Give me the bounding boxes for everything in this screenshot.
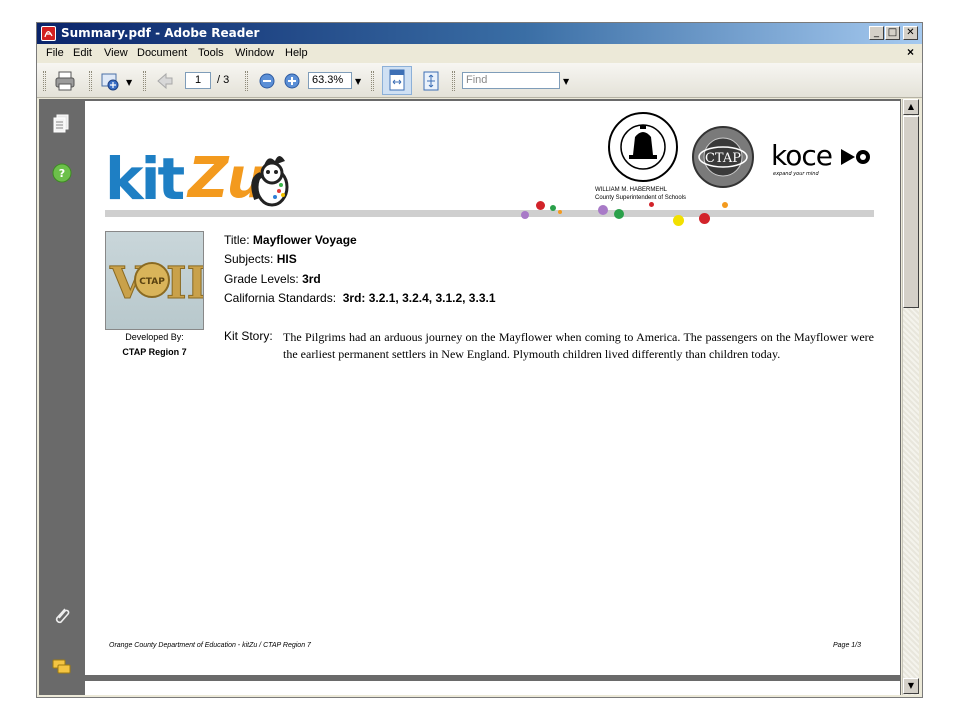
subjects-line: Subjects: HIS bbox=[224, 252, 297, 266]
menu-document[interactable]: Document bbox=[137, 47, 187, 59]
pdf-page: kit Zu WILLIAM M. HABERMEHL County Super… bbox=[85, 101, 900, 675]
superintendent-title: County Superintendent of Schools bbox=[595, 195, 687, 201]
attachments-icon[interactable] bbox=[51, 605, 73, 627]
svg-text:?: ? bbox=[59, 167, 65, 180]
grade-label: Grade Levels: bbox=[224, 272, 299, 286]
find-input[interactable]: Find bbox=[462, 72, 560, 89]
kitzu-logo: kit Zu bbox=[105, 139, 305, 215]
decorative-dot bbox=[536, 201, 545, 210]
developed-by-label: Developed By: bbox=[125, 332, 184, 342]
menu-window[interactable]: Window bbox=[235, 47, 274, 59]
pages-icon[interactable] bbox=[51, 113, 73, 135]
toolbar-grip[interactable] bbox=[452, 71, 455, 91]
kit-thumbnail-text: CTAP bbox=[139, 277, 165, 287]
page-footer-number: Page 1/3 bbox=[833, 642, 862, 649]
help-icon[interactable]: ? bbox=[51, 162, 73, 184]
svg-text:kit: kit bbox=[105, 145, 184, 211]
menu-help[interactable]: Help bbox=[285, 47, 308, 59]
zoom-level-input[interactable]: 63.3% bbox=[308, 72, 352, 89]
orange-county-seal bbox=[607, 111, 679, 187]
toolbar-grip[interactable] bbox=[371, 71, 374, 91]
zoom-out-icon[interactable] bbox=[256, 70, 278, 92]
navigation-pane: ? bbox=[39, 99, 85, 695]
decorative-dot bbox=[673, 215, 684, 226]
decorative-dot bbox=[550, 205, 556, 211]
decorative-dot bbox=[649, 202, 654, 207]
fit-width-button[interactable] bbox=[382, 66, 412, 95]
document-view[interactable]: kit Zu WILLIAM M. HABERMEHL County Super… bbox=[85, 99, 901, 695]
fit-page-icon[interactable] bbox=[420, 70, 442, 92]
minimize-button[interactable]: _ bbox=[869, 26, 884, 40]
comments-icon[interactable] bbox=[51, 656, 73, 678]
title-label: Title: bbox=[224, 233, 250, 247]
menu-view[interactable]: View bbox=[104, 47, 128, 59]
decorative-dot bbox=[722, 202, 728, 208]
menu-bar: File Edit View Document Tools Window Hel… bbox=[37, 44, 922, 63]
close-document-button[interactable]: × bbox=[907, 45, 914, 59]
decorative-dot bbox=[598, 205, 608, 215]
toolbar-grip[interactable] bbox=[143, 71, 146, 91]
grade-value: 3rd bbox=[302, 272, 321, 286]
title-line: Title: Mayflower Voyage bbox=[224, 233, 357, 247]
standards-line: California Standards: 3rd: 3.2.1, 3.2.4,… bbox=[224, 291, 496, 305]
koce-logo: koce expand your mind bbox=[771, 139, 875, 183]
page-footer-source: Orange County Department of Education - … bbox=[109, 642, 311, 649]
zoom-dropdown-arrow[interactable]: ▼ bbox=[355, 77, 361, 86]
svg-text:II: II bbox=[166, 258, 203, 309]
vertical-scrollbar[interactable]: ▲ ▼ bbox=[902, 99, 919, 695]
superintendent-name: WILLIAM M. HABERMEHL bbox=[595, 187, 668, 193]
grade-line: Grade Levels: 3rd bbox=[224, 272, 321, 286]
toolbar: ▼ 1 / 3 63.3% ▼ Find ▼ bbox=[37, 63, 922, 98]
collaborate-dropdown-arrow[interactable]: ▼ bbox=[126, 78, 132, 87]
window-title: Summary.pdf - Adobe Reader bbox=[61, 26, 260, 40]
find-dropdown-arrow[interactable]: ▼ bbox=[563, 77, 569, 86]
title-bar[interactable]: Summary.pdf - Adobe Reader _ □ ✕ bbox=[37, 23, 922, 44]
subjects-label: Subjects: bbox=[224, 252, 274, 266]
decorative-dot bbox=[614, 209, 624, 219]
header-divider bbox=[105, 210, 874, 217]
standards-value: 3rd: 3.2.1, 3.2.4, 3.1.2, 3.3.1 bbox=[342, 291, 496, 305]
toolbar-grip[interactable] bbox=[43, 71, 46, 91]
close-button[interactable]: ✕ bbox=[903, 26, 918, 40]
story-label: Kit Story: bbox=[224, 329, 273, 343]
menu-tools[interactable]: Tools bbox=[198, 47, 224, 59]
story-text: The Pilgrims had an arduous journey on t… bbox=[283, 330, 874, 361]
maximize-button[interactable]: □ bbox=[885, 26, 900, 40]
ctap-seal: CTAP bbox=[691, 125, 755, 193]
kit-thumbnail-image: V II CTAP bbox=[105, 231, 208, 330]
decorative-dot bbox=[521, 211, 529, 219]
menu-edit[interactable]: Edit bbox=[73, 47, 92, 59]
developed-by-org: CTAP Region 7 bbox=[122, 347, 187, 357]
collaborate-icon[interactable] bbox=[99, 70, 121, 92]
scroll-thumb[interactable] bbox=[903, 116, 919, 308]
scroll-down-button[interactable]: ▼ bbox=[903, 678, 919, 694]
menu-file[interactable]: File bbox=[46, 47, 64, 59]
koce-tagline: expand your mind bbox=[773, 171, 819, 177]
adobe-reader-icon bbox=[41, 26, 56, 41]
toolbar-grip[interactable] bbox=[245, 71, 248, 91]
subjects-value: HIS bbox=[276, 252, 297, 266]
decorative-dot bbox=[558, 210, 562, 214]
toolbar-grip[interactable] bbox=[89, 71, 92, 91]
kit-title: Mayflower Voyage bbox=[252, 233, 357, 247]
koce-logo-text: koce bbox=[771, 139, 832, 172]
print-icon[interactable] bbox=[54, 70, 76, 92]
page-total-label: / 3 bbox=[217, 74, 230, 86]
zoom-in-icon[interactable] bbox=[281, 70, 303, 92]
pdf-page-next bbox=[85, 681, 900, 695]
adobe-reader-window: Summary.pdf - Adobe Reader _ □ ✕ File Ed… bbox=[36, 22, 923, 698]
previous-page-icon[interactable] bbox=[154, 70, 176, 92]
page-number-input[interactable]: 1 bbox=[185, 72, 211, 89]
decorative-dot bbox=[699, 213, 710, 224]
scroll-up-button[interactable]: ▲ bbox=[903, 99, 919, 115]
standards-label: California Standards: bbox=[224, 291, 337, 305]
ctap-seal-text: CTAP bbox=[705, 151, 741, 166]
